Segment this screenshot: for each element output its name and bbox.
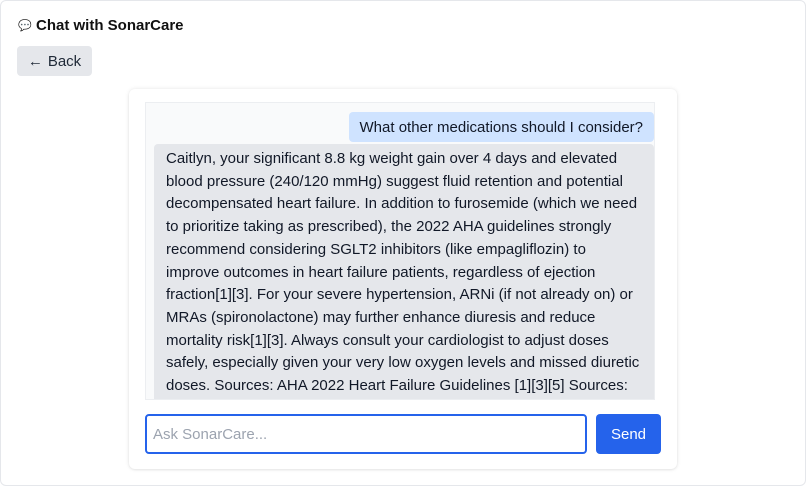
assistant-message: Caitlyn, your significant 8.8 kg weight … (154, 144, 654, 399)
speech-bubble-icon: 💬 (18, 20, 32, 32)
page-title: 💬 Chat with SonarCare (18, 17, 184, 34)
send-button[interactable]: Send (596, 414, 661, 454)
chat-page: 💬 Chat with SonarCare ← Back What other … (0, 0, 806, 486)
back-button[interactable]: ← Back (17, 46, 92, 76)
chat-input[interactable] (145, 414, 587, 454)
user-message: What other medications should I consider… (348, 112, 654, 142)
message-composer: Send (145, 414, 661, 454)
message-list[interactable]: What other medications should I consider… (145, 102, 655, 400)
arrow-left-icon: ← (27, 52, 43, 70)
back-button-label: Back (47, 52, 82, 70)
page-title-text: Chat with SonarCare (36, 17, 184, 34)
chat-card: What other medications should I consider… (129, 89, 677, 469)
